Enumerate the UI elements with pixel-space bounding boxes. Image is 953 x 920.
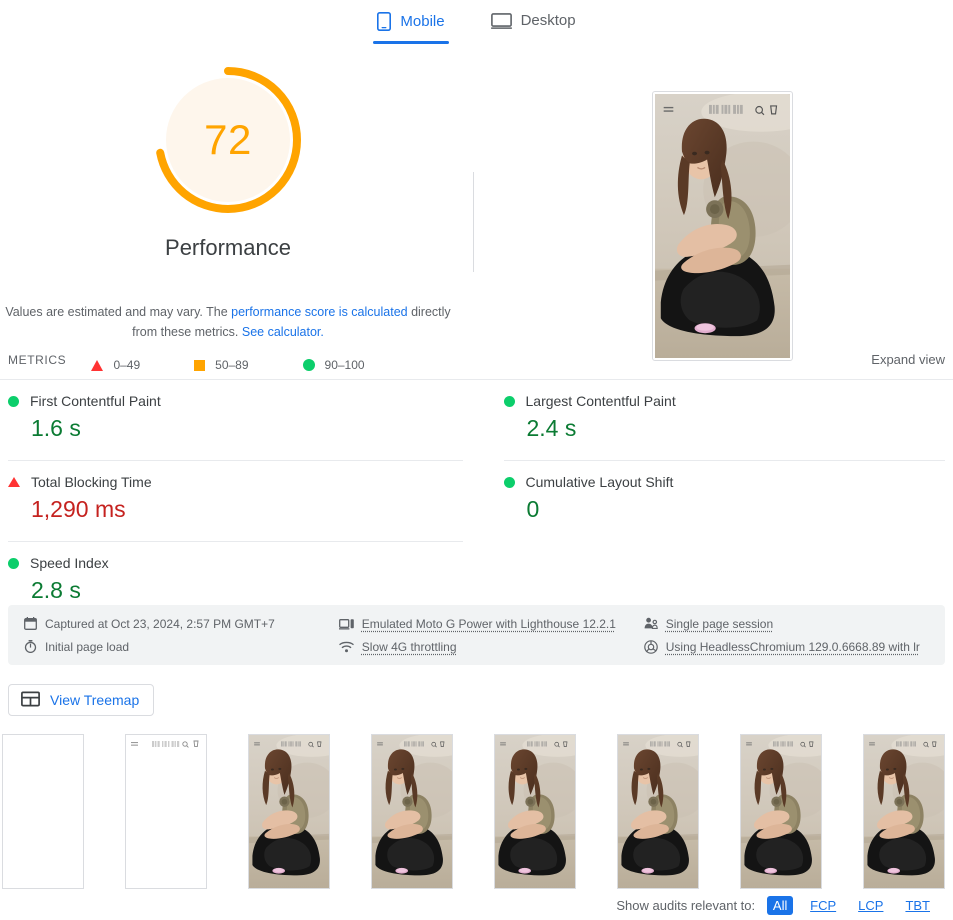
mobile-icon — [377, 12, 392, 31]
treemap-icon — [21, 691, 40, 710]
see-calculator-link[interactable]: See calculator. — [242, 325, 324, 339]
env-label: Captured at Oct 23, 2024, 2:57 PM GMT+7 — [45, 616, 275, 631]
tab-mobile-label: Mobile — [400, 13, 445, 30]
env-label: Emulated Moto G Power with Lighthouse 12… — [361, 616, 616, 631]
filmstrip-image-header — [126, 735, 206, 888]
env-captured-at: Captured at Oct 23, 2024, 2:57 PM GMT+7 — [24, 617, 339, 631]
env-throttling[interactable]: Slow 4G throttling — [339, 640, 644, 654]
filmstrip-frame-1[interactable] — [2, 734, 84, 889]
performance-score-link[interactable]: performance score is calculated — [231, 305, 407, 319]
env-label: Initial page load — [45, 639, 130, 654]
device-icon — [338, 618, 354, 630]
view-treemap-button[interactable]: View Treemap — [8, 684, 155, 716]
wifi-icon — [339, 641, 354, 653]
environment-column-1: Captured at Oct 23, 2024, 2:57 PM GMT+7 … — [24, 617, 339, 654]
metrics-grid: First Contentful Paint 1.6 s Total Block… — [0, 380, 953, 622]
filmstrip-image-full — [249, 735, 329, 888]
final-screenshot-image — [655, 94, 790, 358]
env-browser[interactable]: Using HeadlessChromium 129.0.6668.89 wit… — [643, 639, 929, 654]
filmstrip-image-full — [741, 735, 821, 888]
performance-category-label: Performance — [165, 235, 291, 260]
metric-value: 2.4 s — [526, 415, 577, 441]
env-emulated-device[interactable]: Emulated Moto G Power with Lighthouse 12… — [338, 616, 644, 631]
metric-value: 1,290 ms — [31, 496, 126, 522]
metrics-column-right: Largest Contentful Paint 2.4 s Cumulativ… — [477, 380, 953, 622]
audit-chip-fcp[interactable]: FCP — [805, 896, 841, 915]
env-label: Using HeadlessChromium 129.0.6668.89 wit… — [665, 639, 920, 654]
tab-mobile[interactable]: Mobile — [373, 6, 449, 44]
screenshot-filmstrip — [0, 734, 953, 889]
chromium-icon — [643, 639, 658, 654]
filmstrip-frame-8[interactable] — [863, 734, 945, 889]
calendar-icon — [24, 617, 37, 630]
metric-first-contentful-paint[interactable]: First Contentful Paint 1.6 s — [8, 380, 463, 461]
metric-largest-contentful-paint[interactable]: Largest Contentful Paint 2.4 s — [503, 380, 945, 461]
metric-label: Cumulative Layout Shift — [525, 474, 674, 490]
expand-view-button[interactable]: Expand view — [871, 352, 945, 367]
audit-filter-bar: Show audits relevant to: All FCP LCP TBT — [616, 896, 935, 915]
environment-column-2: Emulated Moto G Power with Lighthouse 12… — [338, 616, 644, 654]
desktop-icon — [490, 12, 512, 29]
filmstrip-image-full — [372, 735, 452, 888]
performance-score-block: 72 Performance — [0, 47, 456, 261]
metrics-heading: METRICS — [8, 352, 67, 367]
tab-desktop[interactable]: Desktop — [487, 6, 580, 42]
env-initial-page-load: Initial page load — [24, 640, 339, 654]
metric-label: First Contentful Paint — [30, 393, 161, 409]
final-screenshot — [652, 91, 793, 361]
triangle-icon — [8, 477, 20, 487]
metric-cumulative-layout-shift[interactable]: Cumulative Layout Shift 0 — [503, 461, 946, 541]
score-description: Values are estimated and may vary. The p… — [0, 302, 456, 342]
hero-divider — [473, 172, 474, 272]
env-label: Slow 4G throttling — [361, 639, 457, 654]
metric-value: 2.8 s — [31, 577, 81, 603]
stopwatch-icon — [24, 640, 37, 653]
metric-label: Largest Contentful Paint — [525, 393, 676, 409]
metric-label: Speed Index — [30, 555, 109, 571]
users-icon — [644, 617, 658, 630]
metric-value: 0 — [526, 496, 540, 522]
env-session[interactable]: Single page session — [644, 617, 929, 631]
performance-gauge: 72 — [149, 61, 307, 219]
score-hero: 72 Performance Values are estimated and … — [0, 47, 953, 372]
metrics-header: METRICS Expand view — [0, 352, 953, 367]
device-tabs: Mobile Desktop — [0, 0, 953, 47]
performance-score-value: 72 — [204, 116, 252, 163]
filmstrip-frame-2[interactable] — [125, 734, 207, 889]
filmstrip-image-full — [864, 735, 944, 888]
filmstrip-image-blank — [3, 735, 83, 888]
environment-column-3: Single page session Using HeadlessChromi… — [643, 617, 929, 654]
environment-bar: Captured at Oct 23, 2024, 2:57 PM GMT+7 … — [8, 605, 945, 665]
filmstrip-frame-4[interactable] — [371, 734, 453, 889]
audit-chip-lcp[interactable]: LCP — [853, 896, 888, 915]
metrics-column-left: First Contentful Paint 1.6 s Total Block… — [0, 380, 477, 622]
desc-text-before: Values are estimated and may vary. The — [5, 305, 232, 319]
env-label: Single page session — [665, 616, 774, 631]
filmstrip-image-full — [495, 735, 575, 888]
audit-chip-all[interactable]: All — [767, 896, 794, 915]
filmstrip-frame-3[interactable] — [248, 734, 330, 889]
filmstrip-frame-5[interactable] — [494, 734, 576, 889]
metric-label: Total Blocking Time — [31, 474, 152, 490]
filmstrip-frame-6[interactable] — [617, 734, 699, 889]
circle-icon — [503, 395, 515, 407]
tab-desktop-label: Desktop — [520, 12, 576, 29]
filmstrip-image-full — [618, 735, 698, 888]
circle-icon — [8, 395, 19, 407]
audit-chip-tbt[interactable]: TBT — [900, 896, 935, 915]
circle-icon — [503, 476, 515, 488]
pagespeed-report: Mobile Desktop 72 Performance Values are… — [0, 0, 953, 920]
filmstrip-frame-7[interactable] — [740, 734, 822, 889]
circle-icon — [8, 557, 19, 569]
view-treemap-label: View Treemap — [50, 692, 140, 708]
metric-value: 1.6 s — [31, 415, 81, 441]
metric-total-blocking-time[interactable]: Total Blocking Time 1,290 ms — [8, 461, 463, 542]
audit-filter-label: Show audits relevant to: — [616, 898, 756, 913]
